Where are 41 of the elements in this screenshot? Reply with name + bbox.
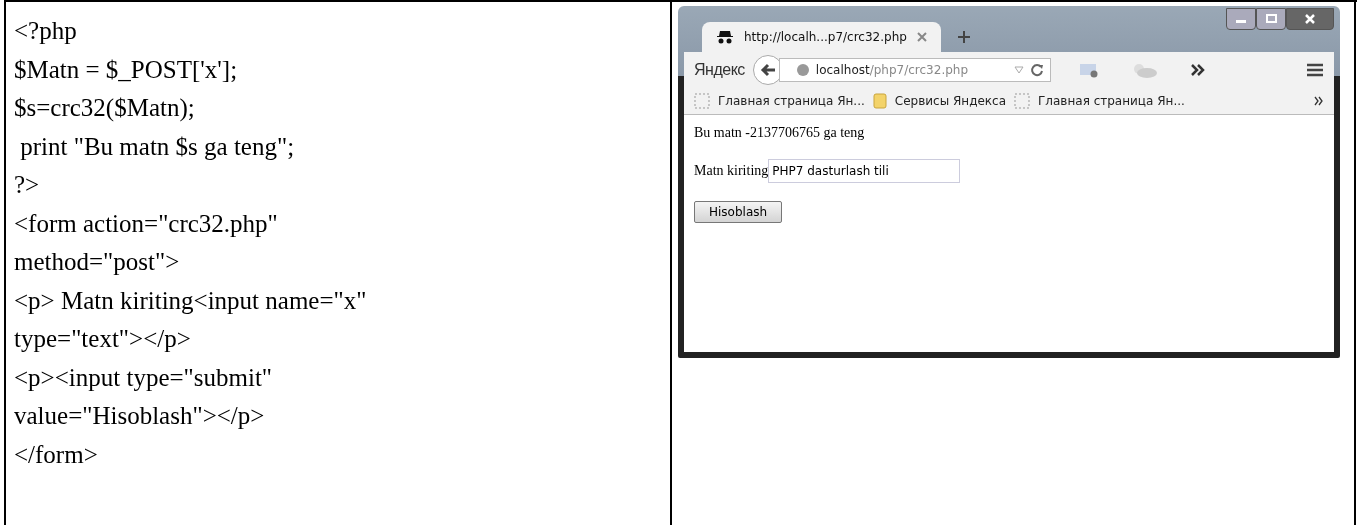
address-bar[interactable]: localhost/php7/crc32.php: [778, 58, 1051, 82]
code-line: <p><input type="submit": [14, 362, 274, 393]
text-input[interactable]: PHP7 dasturlash tili: [768, 159, 961, 183]
code-line: ?>: [14, 170, 41, 200]
url-text: localhost/php7/crc32.php: [815, 63, 969, 77]
minimize-button[interactable]: [1226, 8, 1256, 30]
bookmark-item[interactable]: Сервисы Яндекса: [872, 93, 1006, 109]
back-arrow-icon: [759, 63, 776, 77]
code-line: <form action="crc32.php": [14, 208, 279, 239]
code-line: type="text"></p>: [14, 324, 192, 354]
code-line: value="Hisoblash"></p>: [14, 401, 266, 431]
brand-logo: Яндекс: [694, 61, 745, 79]
submit-button[interactable]: Hisoblash: [694, 201, 783, 223]
page-icon: [1014, 93, 1030, 109]
close-icon: [1304, 14, 1316, 24]
code-line: print "Bu matn $s ga teng";: [19, 131, 296, 162]
mail-icon[interactable]: [1078, 62, 1099, 78]
browser-tab[interactable]: http://localh...p7/crc32.php: [702, 22, 941, 52]
code-line: $Matn = $_POST['x'];: [14, 54, 239, 85]
plus-icon[interactable]: [956, 30, 971, 44]
code-line: <?php: [14, 16, 78, 46]
menu-icon[interactable]: [1306, 63, 1324, 77]
bookmark-item[interactable]: Главная страница Ян...: [1014, 93, 1185, 109]
restore-button[interactable]: [1256, 8, 1286, 30]
page-icon: [694, 93, 710, 109]
code-line: method="post">: [14, 247, 181, 277]
close-icon[interactable]: [916, 32, 927, 42]
folder-icon: [872, 93, 887, 109]
chevrons-icon[interactable]: [1314, 96, 1324, 106]
restore-icon: [1265, 14, 1277, 24]
code-line: $s=crc32($Matn);: [14, 93, 196, 124]
code-line: </form>: [14, 439, 99, 470]
close-button[interactable]: [1286, 8, 1334, 30]
reload-icon[interactable]: [1029, 63, 1044, 77]
result-text: Bu matn -2137706765 ga teng: [694, 125, 866, 141]
bookmark-item[interactable]: Главная страница Ян...: [694, 93, 865, 109]
field-label: Matn kiriting: [694, 163, 769, 179]
code-line: <p> Matn kiriting<input name="x": [14, 285, 368, 316]
chevrons-icon[interactable]: [1190, 64, 1205, 76]
globe-icon: [795, 63, 810, 77]
incognito-icon: [716, 30, 734, 44]
